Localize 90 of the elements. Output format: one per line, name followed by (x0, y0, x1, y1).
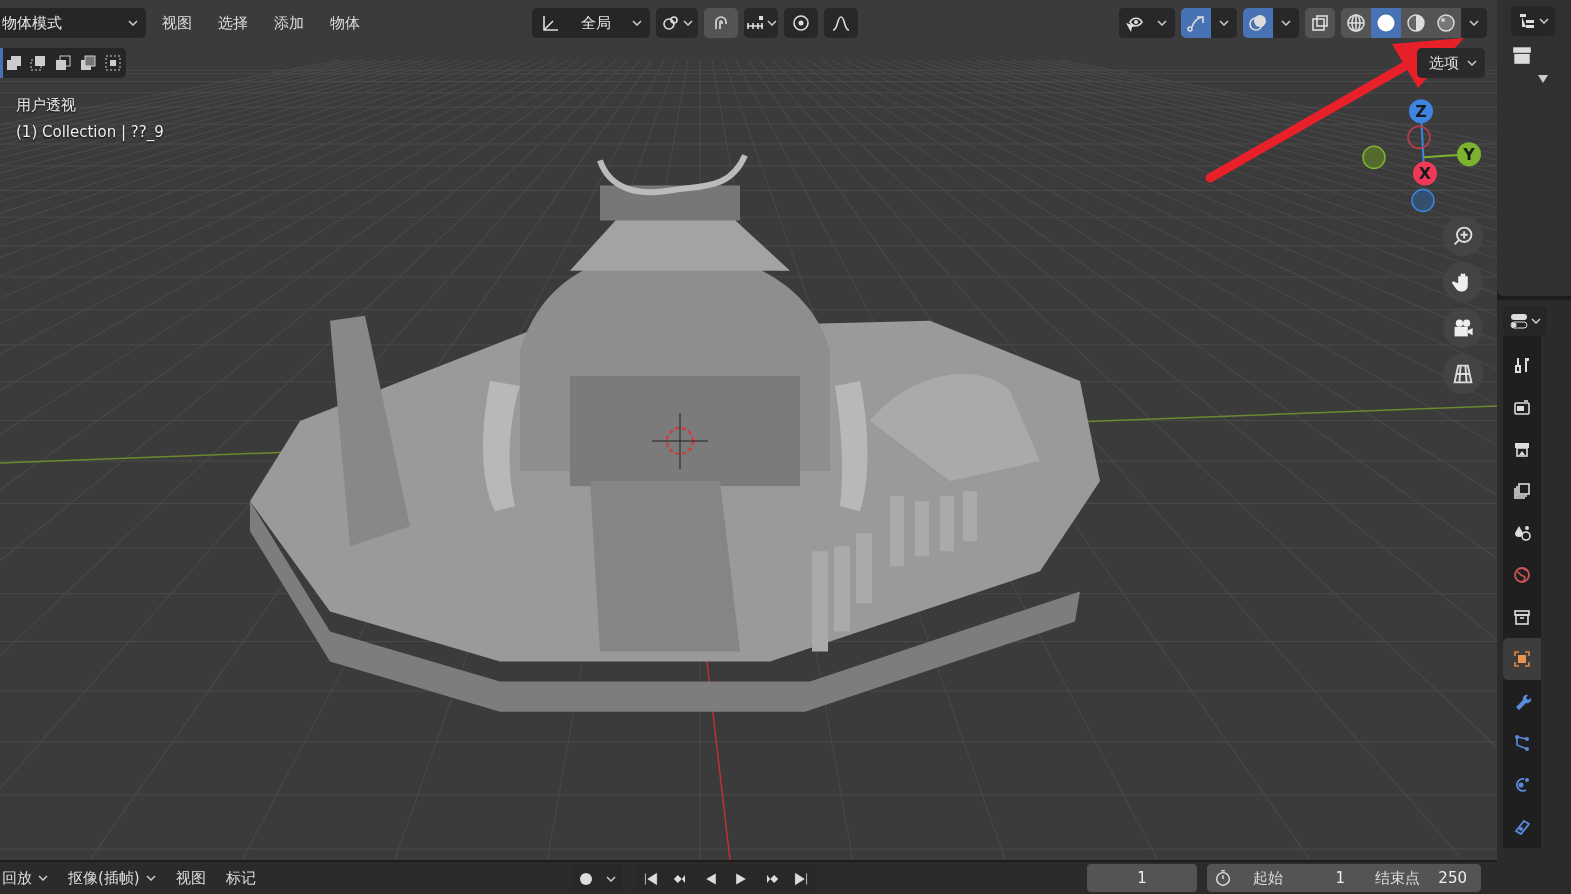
end-label: 结束点 (1375, 868, 1420, 888)
select-intersect-icon (103, 53, 124, 73)
caret-icon (128, 20, 138, 26)
jump-start-icon (642, 871, 659, 887)
archive-box-icon (1511, 44, 1533, 66)
view-toggle[interactable] (1305, 8, 1335, 38)
menu-item[interactable]: 添加 (264, 13, 314, 33)
link-rings-icon (661, 13, 681, 33)
menu-item[interactable]: 视图 (152, 13, 202, 33)
options-dropdown[interactable]: 选项 (1417, 48, 1485, 78)
solid-sphere-icon (1376, 13, 1396, 33)
caret-icon (683, 20, 693, 26)
shading-mode-button[interactable] (1431, 8, 1461, 38)
overlapping-circles-icon (1248, 13, 1268, 33)
caret-icon (1539, 18, 1549, 24)
caret-icon (1219, 20, 1229, 26)
current-frame-field[interactable]: 1 (1087, 864, 1197, 892)
wireframe-sphere-icon (1346, 13, 1366, 33)
mode-label: 物体模式 (2, 13, 62, 33)
drop-sphere-icon (1512, 523, 1532, 543)
caret-icon (1157, 20, 1167, 26)
expand-triangle-icon[interactable] (1537, 74, 1549, 84)
axis-handle[interactable]: Z (1409, 99, 1433, 124)
navigation-button[interactable] (1443, 216, 1483, 256)
timeline-menu[interactable]: 视图 (167, 868, 214, 888)
axes-icon (540, 13, 560, 33)
caret-icon (1469, 20, 1479, 26)
record-icon (579, 873, 592, 885)
globe-icon (1512, 565, 1532, 585)
toolbar-toggle[interactable] (784, 8, 818, 38)
toolbar-toggle[interactable] (824, 8, 858, 38)
curve-icon (831, 13, 851, 33)
navigation-button[interactable] (1443, 354, 1483, 394)
menu-item[interactable]: 物体 (320, 13, 370, 33)
caret-icon (145, 875, 156, 881)
shading-mode-button[interactable] (1371, 8, 1401, 38)
end-value: 250 (1438, 869, 1467, 887)
axis-handle[interactable]: Y (1457, 142, 1481, 167)
nodes-icon (1512, 733, 1532, 753)
view-toggle[interactable] (1181, 8, 1211, 38)
shading-mode-button[interactable] (1341, 8, 1371, 38)
caret-icon (632, 20, 642, 26)
menu-item[interactable]: 选择 (208, 13, 258, 33)
object-square-icon (1512, 649, 1532, 669)
image-stack-icon (1512, 481, 1532, 501)
caret-icon (767, 20, 777, 26)
archive-box-icon (1512, 607, 1532, 627)
xray-squares-icon (1310, 13, 1330, 33)
toolbar-toggle[interactable] (656, 8, 698, 38)
caret-icon (605, 876, 616, 882)
caret-icon (38, 875, 48, 881)
grid-perspective-icon (1451, 362, 1475, 386)
start-label: 起始 (1253, 868, 1283, 888)
tools-icon (1512, 355, 1532, 375)
caret-icon (1281, 20, 1291, 26)
object-info: (1) Collection | ??_9 (16, 122, 164, 143)
axis-handle[interactable]: X (1413, 161, 1437, 186)
orientation-label: 全局 (581, 13, 611, 33)
options-label: 选项 (1429, 53, 1459, 73)
navigation-button[interactable] (1443, 262, 1483, 302)
timeline-menu[interactable]: 抠像(插帧) (60, 868, 164, 888)
editor-type-dropdown[interactable] (1503, 306, 1547, 336)
view-toggle[interactable] (1243, 8, 1273, 38)
rendered-sphere-icon (1436, 13, 1456, 33)
zoom-icon (1451, 224, 1475, 248)
printer-camera-icon (1512, 397, 1532, 417)
3d-cursor-icon (651, 412, 709, 470)
caret-icon (1531, 318, 1541, 324)
outliner-icon (1517, 11, 1537, 31)
select-subtract-icon (53, 53, 74, 73)
select-invert-icon (78, 53, 99, 73)
toolbar-toggle[interactable] (704, 8, 738, 38)
navigation-button[interactable] (1443, 308, 1483, 348)
timeline-menu[interactable]: 标记 (217, 868, 264, 888)
axis-gizmo[interactable]: Z Y X (1362, 99, 1481, 213)
toolbar-toggle[interactable] (744, 8, 778, 38)
jump-end-icon (792, 871, 809, 887)
view-name: 用户透视 (16, 95, 76, 116)
timeline-menu[interactable]: 回放 (0, 868, 56, 888)
display-mode-dropdown[interactable] (1511, 6, 1555, 36)
curve-arrow-icon (1186, 13, 1206, 33)
toggle-switch-icon (1509, 311, 1529, 331)
orientation-dropdown[interactable]: 全局 (532, 8, 650, 38)
mode-dropdown[interactable]: 物体模式 (0, 8, 146, 38)
caret-icon (1467, 60, 1477, 66)
material-sphere-icon (1406, 13, 1426, 33)
start-value: 1 (1335, 869, 1345, 887)
stopwatch-icon (1214, 869, 1232, 887)
shading-mode-button[interactable] (1401, 8, 1431, 38)
target-circle-icon (791, 13, 811, 33)
